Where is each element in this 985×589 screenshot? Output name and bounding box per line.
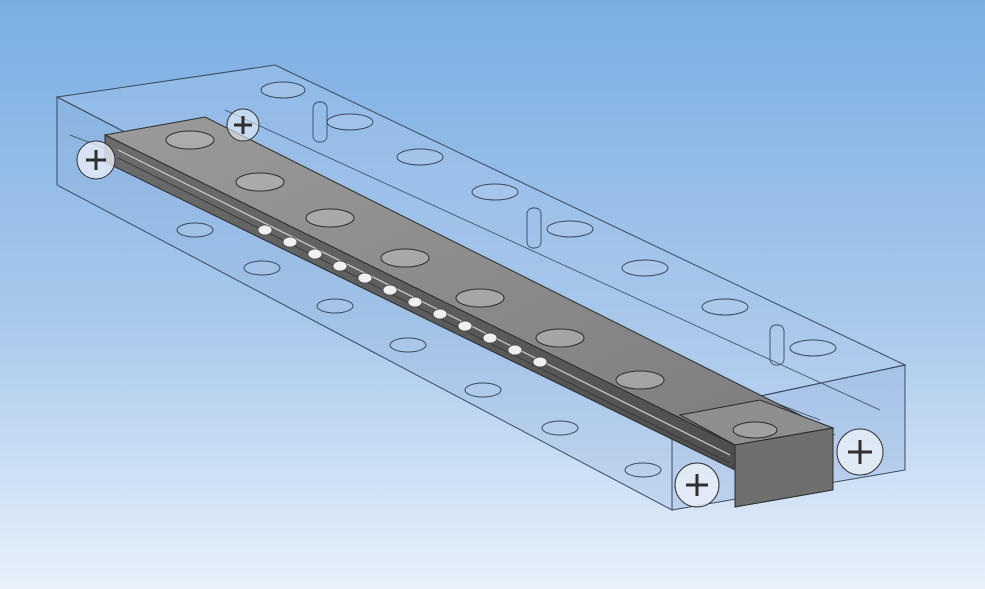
ball-5 (357, 272, 373, 284)
ball-12 (532, 356, 548, 368)
hole-near-2 (243, 260, 281, 276)
ball-9 (457, 320, 473, 332)
hole-near-1 (176, 222, 214, 238)
ball-3 (307, 248, 323, 260)
carriage-hole (732, 421, 778, 439)
hole-near-5 (464, 382, 502, 398)
hole-near-3 (316, 298, 354, 314)
rail-hole-7 (615, 370, 665, 390)
rail-hole-6 (535, 328, 585, 348)
hole-far-2 (326, 113, 374, 131)
hole-near-6 (541, 420, 579, 436)
hole-far-1 (260, 81, 306, 99)
hole-far-5 (546, 220, 594, 238)
ball-8 (432, 308, 448, 320)
ball-2 (282, 236, 298, 248)
cad-viewport[interactable] (0, 0, 985, 589)
ball-4 (332, 260, 348, 272)
ball-11 (507, 344, 523, 356)
hole-far-4 (471, 183, 519, 201)
screw-front-right (836, 428, 884, 476)
ball-10 (482, 332, 498, 344)
rail-hole-3 (305, 208, 355, 228)
rail-hole-4 (380, 248, 430, 268)
hole-far-8 (789, 339, 837, 357)
screw-back-right (226, 108, 260, 142)
hole-far-3 (396, 148, 444, 166)
hole-far-7 (701, 298, 749, 316)
screw-front-left (674, 462, 720, 508)
ball-7 (407, 296, 423, 308)
rail-hole-5 (455, 288, 505, 308)
screw-back-left (76, 140, 116, 180)
3d-model-view[interactable] (0, 0, 985, 589)
ball-1 (257, 224, 273, 236)
rail-hole-2 (235, 172, 285, 192)
hole-near-7 (624, 462, 662, 478)
ball-6 (382, 284, 398, 296)
rail-hole-1 (165, 130, 215, 150)
hole-far-6 (621, 259, 669, 277)
hole-near-4 (389, 337, 427, 353)
